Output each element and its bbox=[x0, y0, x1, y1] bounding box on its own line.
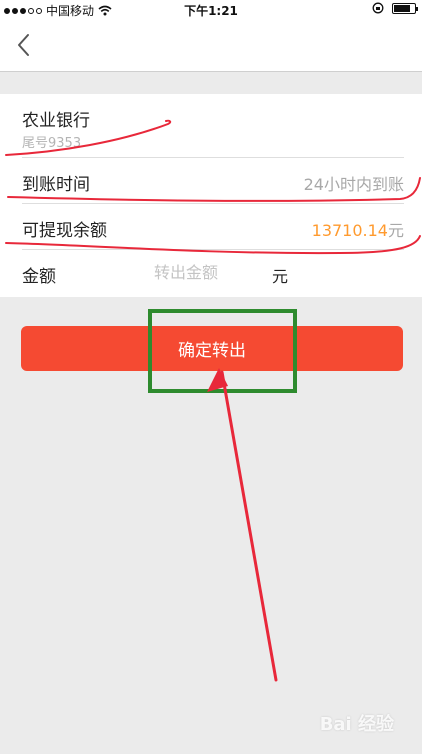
balance-value: 13710.14元 bbox=[312, 217, 404, 241]
baidu-jingyan-watermark: Bai 经验 bbox=[319, 714, 394, 735]
red-arrow-shaft bbox=[220, 370, 278, 682]
arrival-time-label: 到账时间 bbox=[22, 175, 90, 195]
arrival-time-value: 24小时内到账 bbox=[303, 175, 404, 194]
arrival-time-row: 到账时间 24小时内到账 bbox=[22, 170, 404, 196]
back-button[interactable] bbox=[10, 30, 40, 60]
transfer-form: 农业银行 尾号9353 到账时间 24小时内到账 可提现余额 13710.14元… bbox=[0, 94, 422, 297]
amount-row: 金额 元 bbox=[22, 260, 404, 288]
status-time: 下午1:21 bbox=[184, 4, 238, 18]
balance-row: 可提现余额 13710.14元 bbox=[22, 216, 404, 242]
divider bbox=[22, 249, 404, 250]
bank-account-row[interactable]: 农业银行 尾号9353 bbox=[22, 106, 404, 154]
balance-amount: 13710.14 bbox=[311, 221, 388, 240]
amount-input[interactable] bbox=[154, 260, 264, 284]
red-arrow-head bbox=[207, 368, 228, 392]
chevron-left-icon bbox=[18, 34, 29, 56]
account-tail-number: 尾号9353 bbox=[22, 136, 82, 151]
status-right bbox=[372, 2, 418, 14]
nav-bar bbox=[0, 20, 422, 72]
divider bbox=[22, 203, 404, 204]
status-bar: 中国移动 下午1:21 bbox=[0, 0, 422, 20]
battery-icon bbox=[392, 2, 418, 14]
confirm-transfer-button[interactable]: 确定转出 bbox=[21, 326, 403, 371]
balance-unit: 元 bbox=[387, 221, 404, 240]
balance-label: 可提现余额 bbox=[22, 221, 107, 241]
divider bbox=[22, 157, 404, 158]
rotation-lock-icon bbox=[372, 2, 384, 14]
bank-name: 农业银行 bbox=[22, 111, 90, 131]
amount-label: 金额 bbox=[22, 267, 56, 287]
amount-unit: 元 bbox=[272, 267, 289, 286]
